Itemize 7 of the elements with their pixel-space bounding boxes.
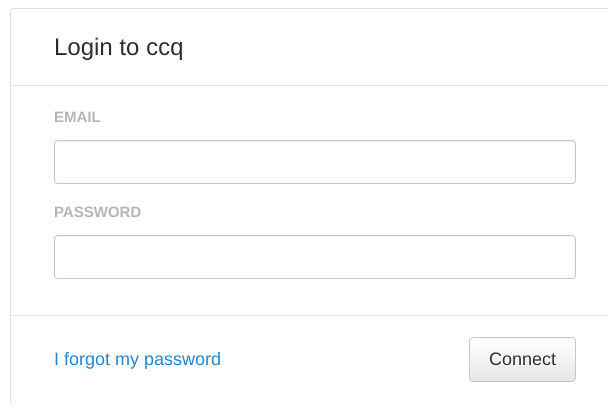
input-field[interactable] — [54, 235, 576, 279]
field-label: PASSWORD — [54, 203, 142, 223]
field-label: EMAIL — [54, 108, 102, 128]
dialog-title: Login to ccq — [54, 33, 184, 63]
connect-button[interactable]: Connect — [468, 337, 576, 382]
input-field[interactable] — [54, 140, 576, 184]
forgot-password-link[interactable]: I forgot my password — [54, 346, 222, 373]
